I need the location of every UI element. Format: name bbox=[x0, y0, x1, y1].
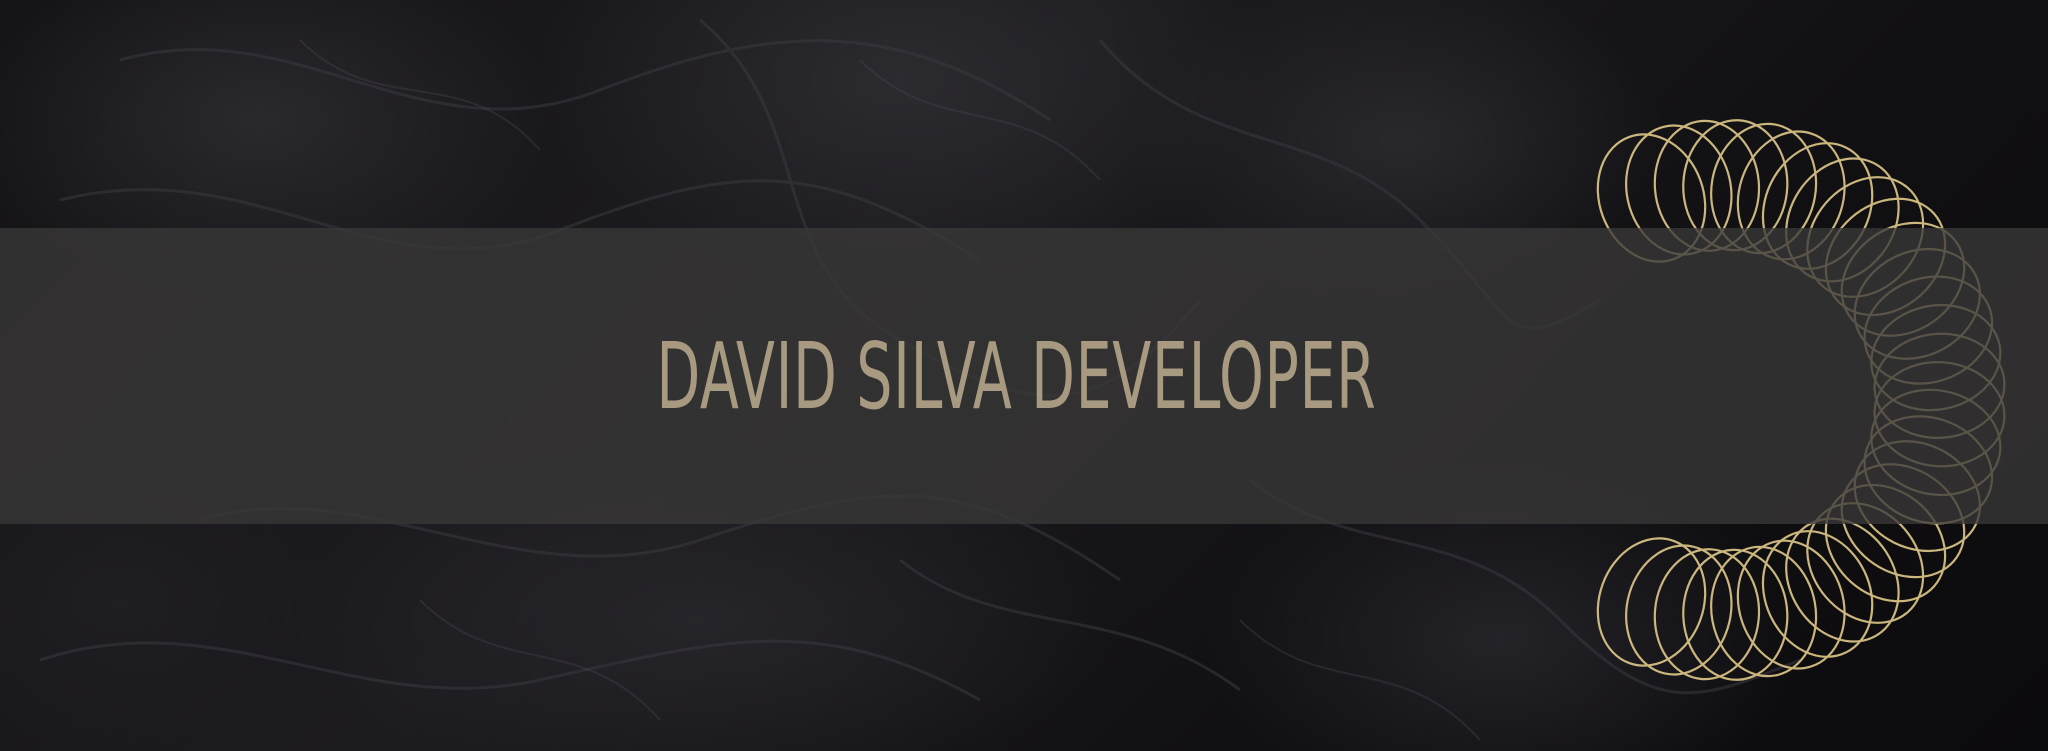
spirograph-loop bbox=[1625, 544, 1733, 676]
page-title: DAVID SILVA DEVELOPER bbox=[656, 322, 1377, 430]
hero-banner: DAVID SILVA DEVELOPER bbox=[0, 0, 2048, 751]
spirograph-loop bbox=[1596, 537, 1707, 667]
spirograph-loop bbox=[1653, 548, 1761, 681]
